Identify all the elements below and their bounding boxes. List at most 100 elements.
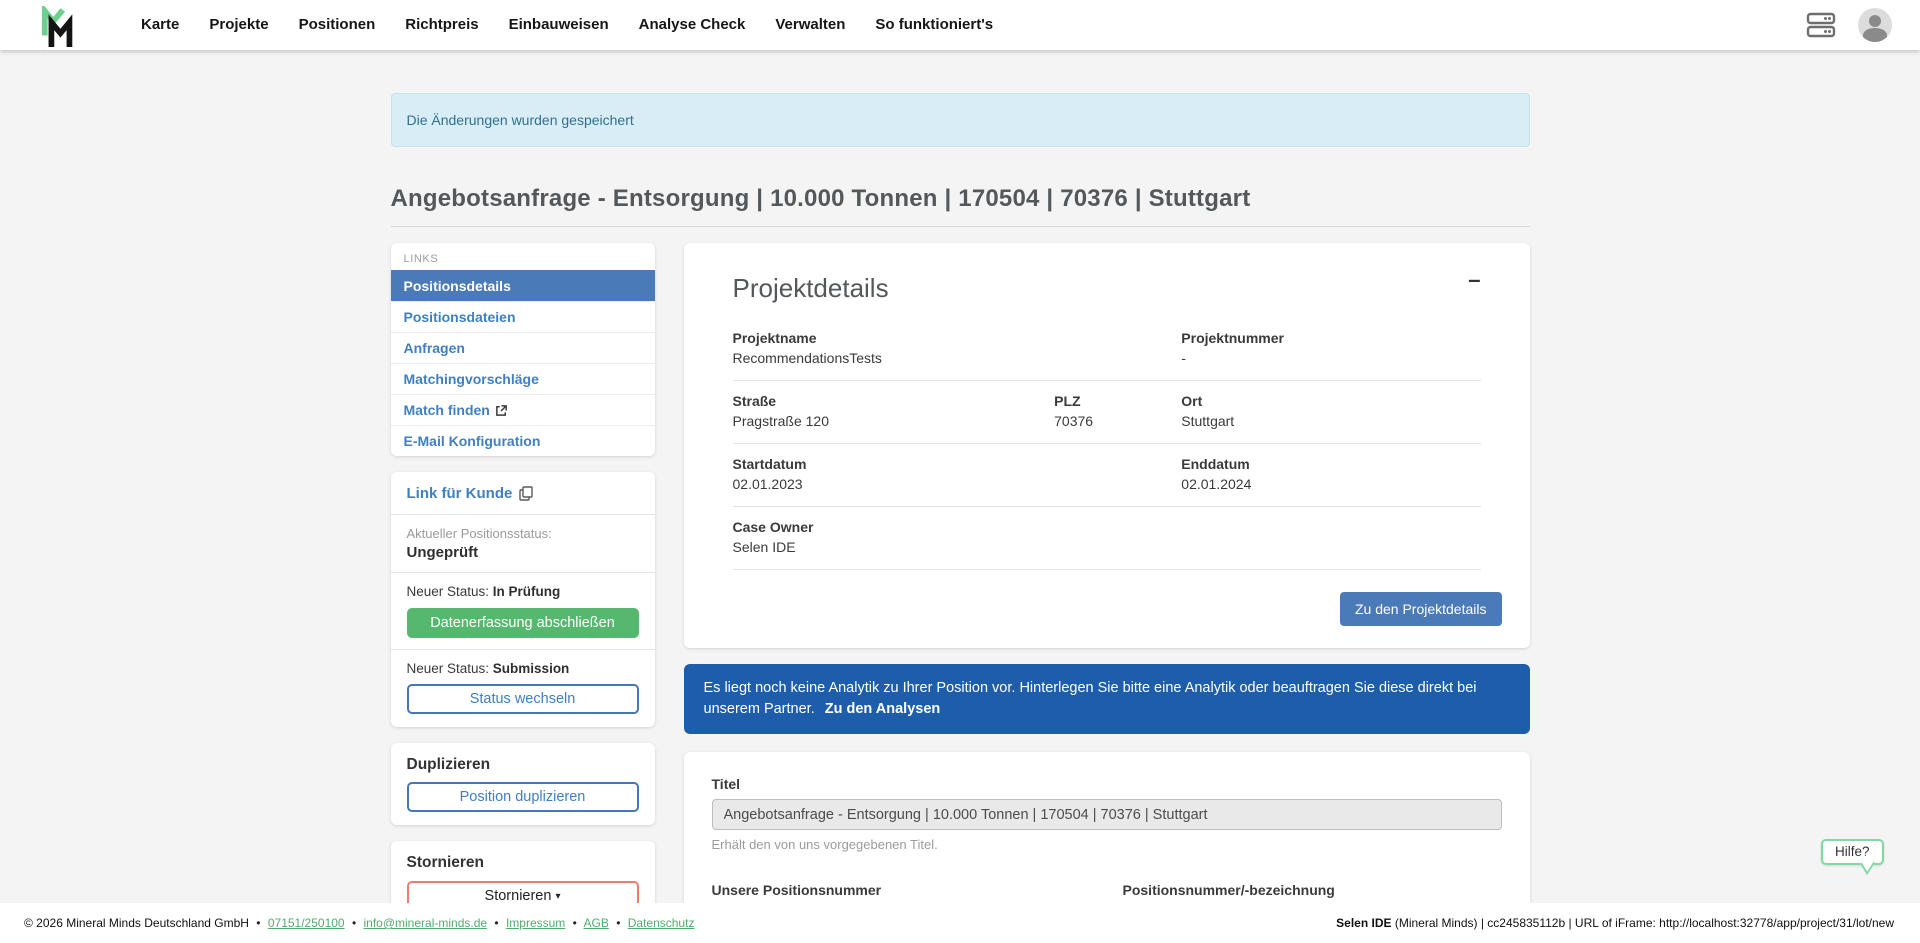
field-value: 70376 [1054, 411, 1181, 431]
footer-separator: • [494, 916, 498, 930]
new-status-2-label: Neuer Status: [407, 661, 493, 676]
nav-item-einbauweisen[interactable]: Einbauweisen [509, 16, 609, 33]
nav-item-analyse-check[interactable]: Analyse Check [639, 16, 746, 33]
main-menu: Karte Projekte Positionen Richtpreis Ein… [141, 16, 993, 34]
cancel-dropdown-button[interactable]: Stornieren▾ [407, 881, 639, 903]
footer-datenschutz-link[interactable]: Datenschutz [628, 916, 695, 930]
field-label: Projektnummer [1181, 328, 1480, 348]
saved-alert: Die Änderungen wurden gespeichert [391, 93, 1530, 147]
copy-icon [519, 486, 533, 501]
duplicate-card: Duplizieren Position duplizieren [391, 743, 655, 825]
position-number-label: Positionsnummer/-bezeichnung [1123, 882, 1502, 898]
footer: © 2026 Mineral Minds Deutschland GmbH • … [0, 903, 1920, 943]
nav-item-richtpreis[interactable]: Richtpreis [405, 16, 478, 33]
footer-right: Selen IDE (Mineral Minds) | cc245835112b… [1336, 916, 1894, 930]
project-row: StraßePragstraße 120 PLZ70376 OrtStuttga… [733, 381, 1481, 444]
links-header: LINKS [391, 243, 655, 270]
caret-down-icon: ▾ [555, 891, 560, 902]
nav-item-so-funktionierts[interactable]: So funktioniert's [875, 16, 993, 33]
footer-separator: • [616, 916, 620, 930]
customer-link[interactable]: Link für Kunde [407, 485, 534, 502]
cancel-title: Stornieren [407, 854, 639, 872]
footer-user: Selen IDE [1336, 916, 1391, 930]
footer-copyright: © 2026 Mineral Minds Deutschland GmbH [24, 916, 249, 930]
analytics-banner: Es liegt noch keine Analytik zu Ihrer Po… [684, 664, 1530, 734]
field-label: Startdatum [733, 454, 1055, 474]
page-title: Angebotsanfrage - Entsorgung | 10.000 To… [391, 185, 1530, 213]
field-label: Ort [1181, 391, 1480, 411]
field-value: 02.01.2023 [733, 474, 1055, 494]
footer-left: © 2026 Mineral Minds Deutschland GmbH • … [24, 916, 694, 930]
complete-data-entry-button[interactable]: Datenerfassung abschließen [407, 608, 639, 638]
main-column: Projektdetails – ProjektnameRecommendati… [684, 243, 1530, 903]
duplicate-title: Duplizieren [407, 756, 639, 774]
field-value: Selen IDE [733, 537, 1055, 557]
external-link-icon [495, 404, 508, 417]
footer-email-link[interactable]: info@mineral-minds.de [363, 916, 487, 930]
position-form-card: Titel Erhält den von uns vorgegebenen Ti… [684, 752, 1530, 903]
new-status-2-value: Submission [493, 661, 570, 676]
go-to-analyses-link[interactable]: Zu den Analysen [825, 701, 940, 717]
switch-status-button[interactable]: Status wechseln [407, 684, 639, 714]
customer-link-label: Link für Kunde [407, 485, 513, 502]
help-button[interactable]: Hilfe? [1821, 839, 1884, 865]
sidebar-item-positionsdateien[interactable]: Positionsdateien [391, 301, 655, 332]
current-status-value: Ungeprüft [407, 544, 639, 561]
duplicate-position-button[interactable]: Position duplizieren [407, 782, 639, 812]
server-icon[interactable] [1806, 10, 1836, 40]
titel-label: Titel [712, 776, 1502, 792]
titel-help: Erhält den von uns vorgegebenen Titel. [712, 837, 1502, 852]
our-position-number-label: Unsere Positionsnummer [712, 882, 1091, 898]
analytics-banner-text: Es liegt noch keine Analytik zu Ihrer Po… [704, 680, 1477, 717]
project-details-title: Projektdetails [733, 273, 889, 304]
sidebar-item-matchingvorschlaege[interactable]: Matchingvorschläge [391, 363, 655, 394]
divider [391, 649, 655, 650]
project-row: Case OwnerSelen IDE [733, 507, 1481, 570]
footer-separator: • [573, 916, 577, 930]
footer-impressum-link[interactable]: Impressum [506, 916, 565, 930]
nav-item-karte[interactable]: Karte [141, 16, 179, 33]
field-value: Pragstraße 120 [733, 411, 1055, 431]
nav-item-verwalten[interactable]: Verwalten [775, 16, 845, 33]
new-status-2: Neuer Status: Submission [407, 661, 639, 676]
nav-item-projekte[interactable]: Projekte [209, 16, 268, 33]
new-status-1-label: Neuer Status: [407, 584, 493, 599]
user-avatar-icon[interactable] [1858, 8, 1892, 42]
footer-phone-link[interactable]: 07151/250100 [268, 916, 345, 930]
collapse-icon[interactable]: – [1468, 273, 1480, 287]
field-label: Case Owner [733, 517, 1055, 537]
sidebar-item-positionsdetails[interactable]: Positionsdetails [391, 270, 655, 301]
project-row: Startdatum02.01.2023 Enddatum02.01.2024 [733, 444, 1481, 507]
field-value: Stuttgart [1181, 411, 1480, 431]
footer-separator: • [256, 916, 260, 930]
new-status-1-value: In Prüfung [493, 584, 561, 599]
divider [391, 514, 655, 515]
sidebar: LINKS Positionsdetails Positionsdateien … [391, 243, 655, 903]
sidebar-item-label: Match finden [404, 402, 490, 418]
nav-item-positionen[interactable]: Positionen [299, 16, 376, 33]
field-value: RecommendationsTests [733, 348, 1055, 368]
footer-agb-link[interactable]: AGB [584, 916, 609, 930]
sidebar-item-match-finden[interactable]: Match finden [391, 394, 655, 425]
top-navigation: Karte Projekte Positionen Richtpreis Ein… [0, 0, 1920, 50]
sidebar-item-anfragen[interactable]: Anfragen [391, 332, 655, 363]
footer-separator: • [352, 916, 356, 930]
new-status-1: Neuer Status: In Prüfung [407, 584, 639, 599]
field-value: 02.01.2024 [1181, 474, 1480, 494]
cancel-card: Stornieren Stornieren▾ [391, 841, 655, 903]
titel-input [712, 799, 1502, 830]
mineral-minds-logo-icon[interactable] [40, 6, 78, 48]
sidebar-item-email-konfiguration[interactable]: E-Mail Konfiguration [391, 425, 655, 456]
divider [391, 572, 655, 573]
field-label: Straße [733, 391, 1055, 411]
field-label: Projektname [733, 328, 1055, 348]
current-status-label: Aktueller Positionsstatus: [407, 526, 639, 541]
footer-session-info: (Mineral Minds) | cc245835112b | URL of … [1392, 916, 1895, 930]
go-to-project-details-button[interactable]: Zu den Projektdetails [1340, 592, 1502, 626]
customer-link-card: Link für Kunde Aktueller Positionsstatus… [391, 472, 655, 727]
links-card: LINKS Positionsdetails Positionsdateien … [391, 243, 655, 456]
page-content: Die Änderungen wurden gespeichert Angebo… [0, 50, 1920, 903]
title-divider [391, 226, 1530, 227]
project-details-card: Projektdetails – ProjektnameRecommendati… [684, 243, 1530, 648]
cancel-button-label: Stornieren [485, 888, 552, 903]
